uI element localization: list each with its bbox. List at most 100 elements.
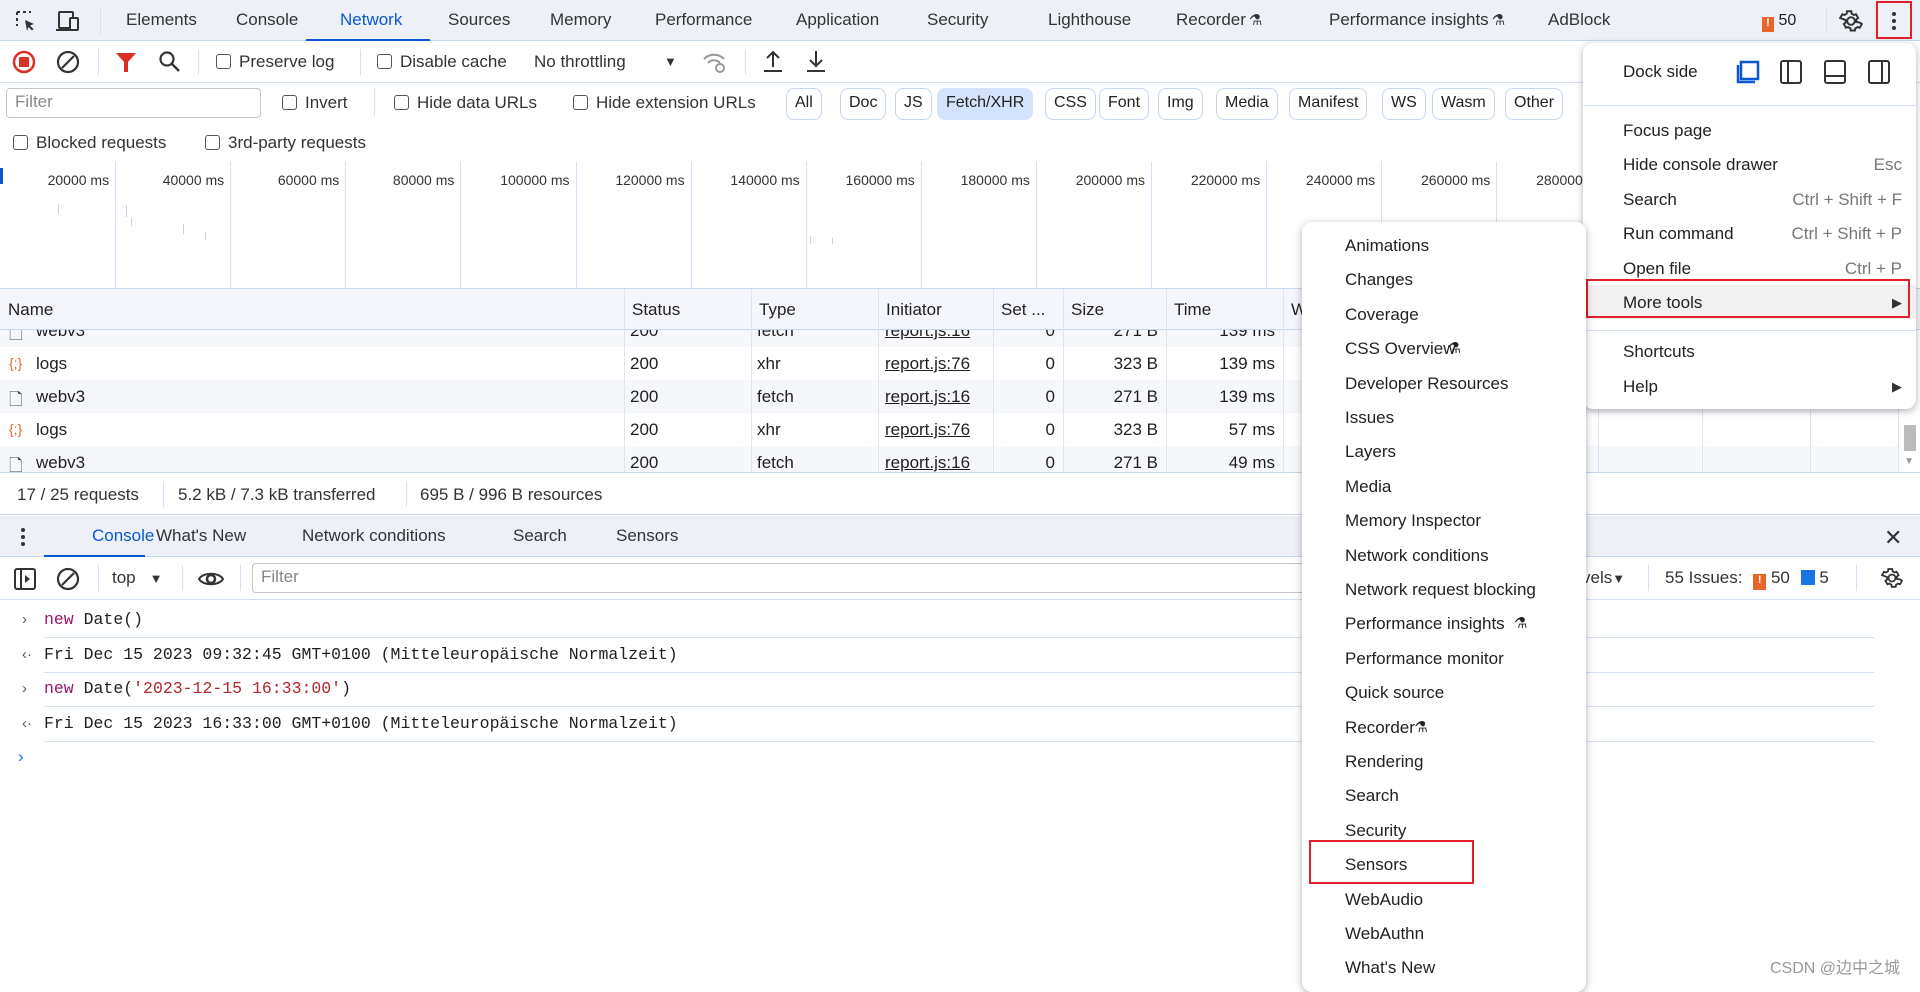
clear-console-icon[interactable] [56,567,80,591]
dock-left-icon[interactable] [1779,59,1803,85]
drawer-tab-network-conditions[interactable]: Network conditions [302,526,446,546]
type-filter-other[interactable]: Other [1505,88,1564,120]
more-tools-item-performance-insights[interactable]: Performance insights ⚗ [1302,606,1586,640]
initiator-link[interactable]: report.js:76 [885,420,970,440]
menu-item-focus-page[interactable]: Focus page [1583,113,1916,147]
hide-extension-urls-checkbox[interactable]: Hide extension URLs [573,93,756,113]
more-tools-item-changes[interactable]: Changes [1302,262,1586,296]
settings-gear-icon[interactable] [1838,8,1864,34]
type-filter-ws[interactable]: WS [1382,88,1426,120]
drawer-tab-what-s-new[interactable]: What's New [156,526,246,546]
tab-security[interactable]: Security [927,10,988,30]
more-tools-item-issues[interactable]: Issues [1302,400,1586,434]
more-tools-item-what-s-new[interactable]: What's New [1302,950,1586,984]
hide-data-urls-checkbox[interactable]: Hide data URLs [394,93,537,113]
table-scrollbar-thumb[interactable] [1904,425,1916,451]
third-party-requests-checkbox[interactable]: 3rd-party requests [205,133,366,153]
more-tools-item-network-request-blocking[interactable]: Network request blocking [1302,572,1586,606]
issues-counter[interactable]: ! 50 [1762,12,1796,32]
inspect-element-icon[interactable] [14,9,38,33]
context-select[interactable]: top ▼ [112,568,163,588]
type-filter-css[interactable]: CSS [1045,88,1096,120]
export-har-icon[interactable] [805,49,827,73]
more-tools-item-media[interactable]: Media [1302,469,1586,503]
network-conditions-icon[interactable] [702,50,728,74]
tab-memory[interactable]: Memory [550,10,611,30]
import-har-icon[interactable] [762,49,784,73]
type-filter-font[interactable]: Font [1099,88,1150,120]
dock-bottom-icon[interactable] [1823,59,1847,85]
drawer-tab-console[interactable]: Console [92,526,154,546]
menu-item-help[interactable]: Help ▶ [1583,369,1916,403]
tab-performance[interactable]: Performance [655,10,752,30]
type-filter-img[interactable]: Img [1158,88,1203,120]
log-levels-select[interactable]: vels▼ [1580,568,1626,588]
type-filter-doc[interactable]: Doc [840,88,887,120]
tab-console[interactable]: Console [236,10,298,30]
more-tools-item-recorder[interactable]: Recorder ⚗ [1302,710,1586,744]
column-header-set[interactable]: Set ... [1001,300,1045,320]
tab-lighthouse[interactable]: Lighthouse [1048,10,1131,30]
tab-network[interactable]: Network [340,10,402,30]
more-tools-item-memory-inspector[interactable]: Memory Inspector [1302,503,1586,537]
filter-funnel-icon[interactable] [115,51,137,73]
type-filter-manifest[interactable]: Manifest [1289,88,1368,120]
more-tools-item-quick-source[interactable]: Quick source [1302,675,1586,709]
stop-recording-icon[interactable] [12,50,36,74]
dock-undock-icon[interactable] [1735,59,1761,85]
column-header-status[interactable]: Status [632,300,680,320]
tab-elements[interactable]: Elements [126,10,197,30]
filter-input[interactable]: Filter [6,88,261,118]
more-tools-item-developer-resources[interactable]: Developer Resources [1302,366,1586,400]
console-prompt-icon[interactable]: › [18,747,24,767]
drawer-tab-search[interactable]: Search [513,526,567,546]
menu-item-search[interactable]: Search Ctrl + Shift + F [1583,182,1916,216]
initiator-link[interactable]: report.js:76 [885,354,970,374]
tab-adblock[interactable]: AdBlock [1548,10,1610,30]
live-expression-eye-icon[interactable] [197,567,225,591]
device-toolbar-icon[interactable] [55,9,81,33]
more-tools-item-webaudio[interactable]: WebAudio [1302,882,1586,916]
blocked-requests-checkbox[interactable]: Blocked requests [13,133,166,153]
more-tools-item-css-overview[interactable]: CSS Overview ⚗ [1302,331,1586,365]
type-filter-all[interactable]: All [786,88,822,120]
invert-checkbox[interactable]: Invert [282,93,348,113]
menu-item-run-command[interactable]: Run command Ctrl + Shift + P [1583,216,1916,250]
console-settings-gear-icon[interactable] [1880,566,1904,590]
initiator-link[interactable]: report.js:16 [885,387,970,407]
column-header-time[interactable]: Time [1174,300,1211,320]
more-tools-item-rendering[interactable]: Rendering [1302,744,1586,778]
initiator-link[interactable]: report.js:16 [885,453,970,472]
type-filter-fetch-xhr[interactable]: Fetch/XHR [937,88,1034,120]
type-filter-js[interactable]: JS [895,88,932,120]
menu-item-shortcuts[interactable]: Shortcuts [1583,334,1916,368]
table-row[interactable]: 🗋 webv3 200 fetch report.js:16 0 271 B 49 ms [0,446,1900,472]
console-issues-counter[interactable]: 55 Issues: ! 50 5 [1665,568,1829,590]
column-header-size[interactable]: Size [1071,300,1104,320]
console-output[interactable]: › › new Date() ‹· Fri Dec 15 2023 09:32:45 … [0,600,1920,988]
drawer-tab-sensors[interactable]: Sensors [616,526,678,546]
drawer-menu-icon[interactable] [20,527,26,547]
table-row[interactable]: {;} logs 200 xhr report.js:76 0 323 B 57 ms [0,413,1900,446]
menu-item-hide-console-drawer[interactable]: Hide console drawer Esc [1583,147,1916,181]
disable-cache-checkbox[interactable]: Disable cache [377,52,507,72]
more-tools-item-animations[interactable]: Animations [1302,228,1586,262]
more-tools-item-search[interactable]: Search [1302,778,1586,812]
more-tools-item-webauthn[interactable]: WebAuthn [1302,916,1586,950]
type-filter-wasm[interactable]: Wasm [1432,88,1495,120]
tab-application[interactable]: Application [796,10,879,30]
tab-recorder[interactable]: Recorder ⚗ [1176,10,1262,30]
tab-sources[interactable]: Sources [448,10,510,30]
column-header-name[interactable]: Name [8,300,53,320]
more-tools-item-performance-monitor[interactable]: Performance monitor [1302,641,1586,675]
type-filter-media[interactable]: Media [1216,88,1278,120]
close-drawer-icon[interactable]: ✕ [1884,525,1902,551]
scroll-down-arrow-icon[interactable]: ▼ [1904,456,1914,467]
more-tools-item-coverage[interactable]: Coverage [1302,297,1586,331]
preserve-log-checkbox[interactable]: Preserve log [216,52,334,72]
clear-icon[interactable] [56,50,80,74]
initiator-link[interactable]: report.js:16 [885,330,970,341]
dock-right-icon[interactable] [1867,59,1891,85]
customize-menu-button[interactable] [1876,1,1912,39]
throttling-select[interactable]: No throttling ▼ [534,52,684,72]
